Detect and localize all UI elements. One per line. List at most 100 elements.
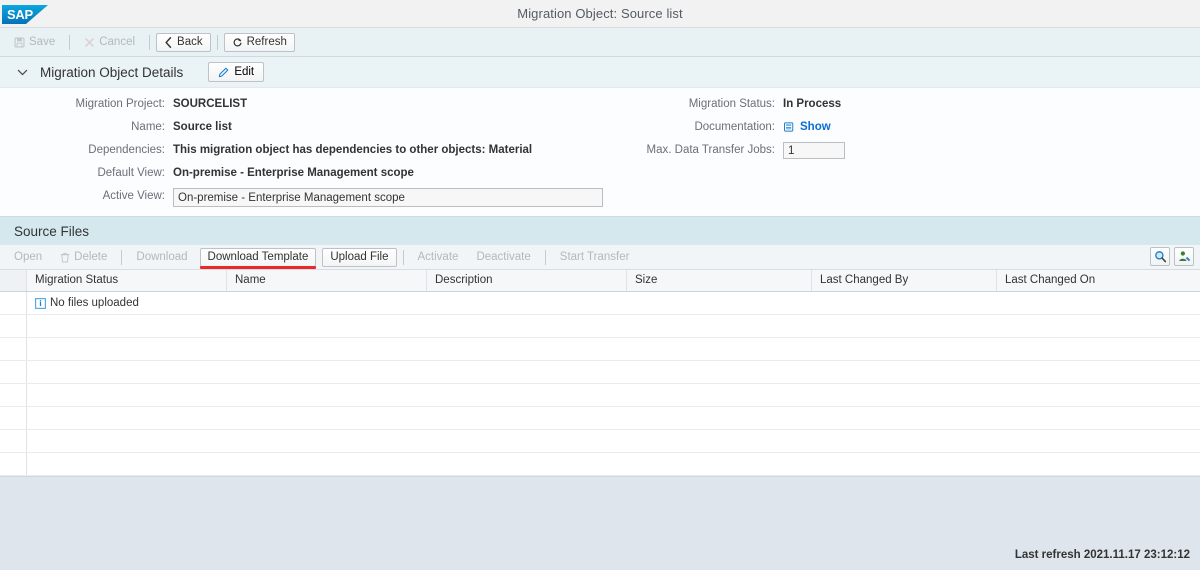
table-cell [227, 315, 427, 337]
search-button[interactable] [1150, 247, 1170, 266]
column-header-migration-status[interactable]: Migration Status [27, 270, 227, 291]
table-cell [427, 453, 627, 475]
delete-button[interactable]: Delete [52, 248, 115, 267]
migration-status-value: In Process [775, 96, 841, 112]
footer-bar: Last refresh 2021.11.17 23:12:12 [0, 540, 1200, 570]
open-button[interactable]: Open [6, 248, 50, 267]
table-cell [427, 407, 627, 429]
back-button-label: Back [177, 36, 203, 48]
cancel-icon [84, 37, 95, 48]
toolbar-separator [545, 250, 546, 265]
column-header-last-changed-on[interactable]: Last Changed On [997, 270, 1200, 291]
field-label: Documentation: [620, 119, 775, 135]
field-migration-project: Migration Project: SOURCELIST [0, 96, 610, 119]
table-cell [997, 430, 1200, 452]
table-cell [997, 453, 1200, 475]
field-max-data-transfer-jobs: Max. Data Transfer Jobs: [620, 142, 1040, 168]
row-select-cell[interactable] [0, 407, 27, 429]
table-cell [227, 453, 427, 475]
toolbar-separator [149, 35, 150, 50]
upload-file-button[interactable]: Upload File [322, 248, 396, 267]
field-value: This migration object has dependencies t… [165, 142, 532, 158]
activate-button[interactable]: Activate [410, 248, 467, 267]
details-right-column: Migration Status: In Process Documentati… [620, 96, 1040, 168]
table-cell [427, 315, 627, 337]
table-cell [427, 430, 627, 452]
table-row[interactable] [0, 338, 1200, 361]
table-cell [627, 407, 812, 429]
personalize-button[interactable] [1174, 247, 1194, 266]
row-select-cell[interactable] [0, 338, 27, 360]
pencil-icon [218, 67, 229, 78]
field-value: On-premise - Enterprise Management scope [165, 165, 414, 181]
row-select-cell[interactable] [0, 430, 27, 452]
back-button[interactable]: Back [156, 33, 211, 52]
field-default-view: Default View: On-premise - Enterprise Ma… [0, 165, 610, 188]
edit-button[interactable]: Edit [208, 62, 264, 82]
chevron-down-icon[interactable] [14, 64, 30, 80]
upload-file-button-label: Upload File [330, 251, 388, 263]
field-label: Active View: [0, 188, 165, 204]
table-header-row: Migration Status Name Description Size L… [0, 270, 1200, 292]
details-panel-header: Migration Object Details Edit [0, 57, 1200, 88]
column-header-size[interactable]: Size [627, 270, 812, 291]
field-label: Max. Data Transfer Jobs: [620, 142, 775, 158]
column-header-last-changed-by[interactable]: Last Changed By [812, 270, 997, 291]
column-header-description[interactable]: Description [427, 270, 627, 291]
download-template-button-label: Download Template [208, 251, 309, 263]
row-select-cell[interactable] [0, 453, 27, 475]
table-cell [27, 407, 227, 429]
field-label: Default View: [0, 165, 165, 181]
migration-object-details-panel: Migration Object Details Edit Migration … [0, 57, 1200, 217]
table-cell [227, 361, 427, 383]
table-row[interactable] [0, 361, 1200, 384]
toolbar-separator [69, 35, 70, 50]
source-files-table: Migration Status Name Description Size L… [0, 270, 1200, 477]
table-cell [227, 430, 427, 452]
row-select-cell[interactable] [0, 361, 27, 383]
table-row[interactable]: No files uploaded [0, 292, 1200, 315]
trash-icon [60, 252, 70, 263]
refresh-button[interactable]: Refresh [224, 33, 295, 52]
table-row[interactable] [0, 407, 1200, 430]
table-cell [227, 407, 427, 429]
table-cell [427, 338, 627, 360]
field-migration-status: Migration Status: In Process [620, 96, 1040, 119]
start-transfer-button[interactable]: Start Transfer [552, 248, 638, 267]
max-data-transfer-jobs-input[interactable] [783, 142, 845, 159]
save-button[interactable]: Save [6, 33, 63, 52]
cancel-button[interactable]: Cancel [76, 33, 143, 52]
table-cell [812, 361, 997, 383]
row-select-cell[interactable] [0, 292, 27, 314]
deactivate-button[interactable]: Deactivate [468, 248, 538, 267]
open-button-label: Open [14, 251, 42, 263]
table-cell [427, 361, 627, 383]
refresh-button-label: Refresh [247, 36, 287, 48]
field-name: Name: Source list [0, 119, 610, 142]
documentation-show-link[interactable]: Show [775, 119, 831, 135]
search-icon [1154, 250, 1167, 263]
row-select-cell[interactable] [0, 315, 27, 337]
details-left-column: Migration Project: SOURCELIST Name: Sour… [0, 96, 610, 214]
table-empty-rows [0, 315, 1200, 476]
toolbar-separator [217, 35, 218, 50]
back-icon [164, 37, 173, 48]
download-button-label: Download [136, 251, 187, 263]
table-row[interactable] [0, 315, 1200, 338]
toolbar-separator [403, 250, 404, 265]
table-row[interactable] [0, 453, 1200, 476]
highlight-underline-annotation [200, 266, 317, 269]
table-select-all-header[interactable] [0, 270, 27, 291]
table-cell [997, 407, 1200, 429]
table-cell [27, 384, 227, 406]
download-button[interactable]: Download [128, 248, 195, 267]
details-panel-title: Migration Object Details [40, 65, 183, 80]
active-view-input[interactable] [173, 188, 603, 207]
table-row[interactable] [0, 430, 1200, 453]
row-select-cell[interactable] [0, 384, 27, 406]
column-header-name[interactable]: Name [227, 270, 427, 291]
shell-header: SAP Migration Object: Source list [0, 0, 1200, 28]
download-template-button[interactable]: Download Template [200, 248, 317, 267]
details-panel-body: Migration Project: SOURCELIST Name: Sour… [0, 88, 1200, 216]
table-row[interactable] [0, 384, 1200, 407]
